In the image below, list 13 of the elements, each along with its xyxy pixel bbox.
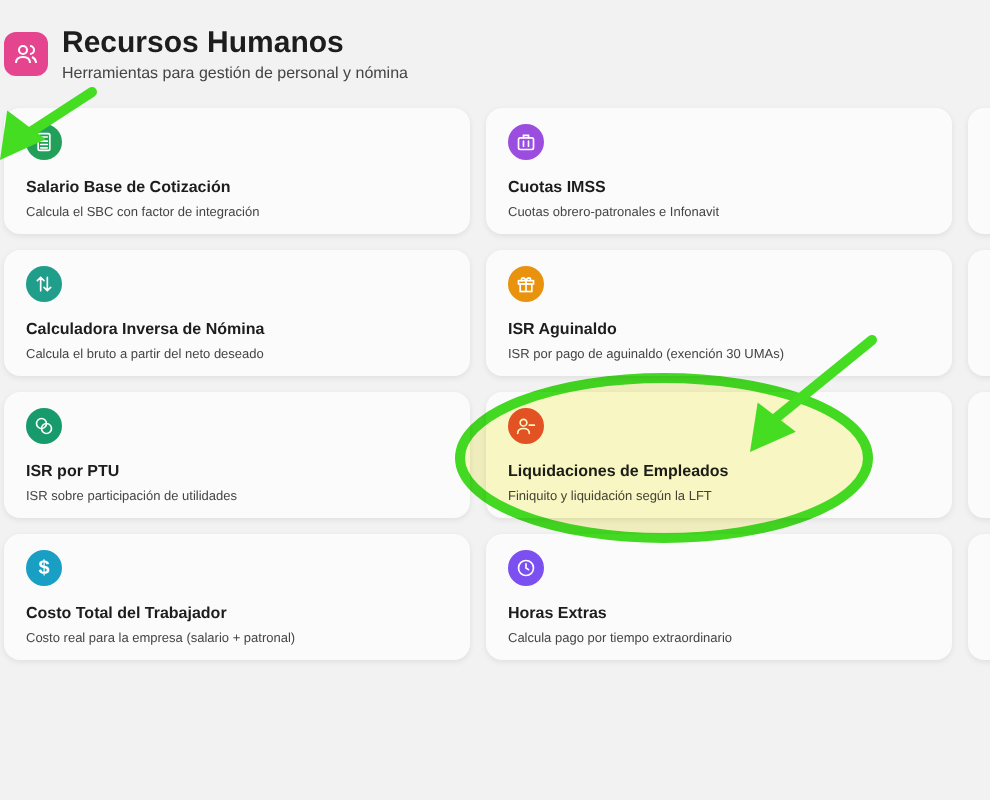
card-title: ISR Aguinaldo [508, 320, 619, 338]
card-title: Salario Base de Cotización [26, 178, 233, 196]
annotation-arrow [0, 87, 97, 160]
page-title: Recursos Humanos [62, 27, 346, 59]
card-title: ISR por PTU [26, 462, 122, 480]
card-title: Horas Extras [508, 604, 609, 622]
card-title: Costo Total del Trabajador [26, 604, 229, 622]
card-title: Cuotas IMSS [508, 178, 608, 196]
card-title: Liquidaciones de Empleados [508, 462, 731, 480]
people-icon [4, 32, 48, 76]
card-title: Calculadora Inversa de Nómina [26, 320, 267, 338]
dollar-icon: $ [26, 550, 62, 586]
page-subtitle: Herramientas para gestión de personal y nómina [62, 63, 408, 81]
